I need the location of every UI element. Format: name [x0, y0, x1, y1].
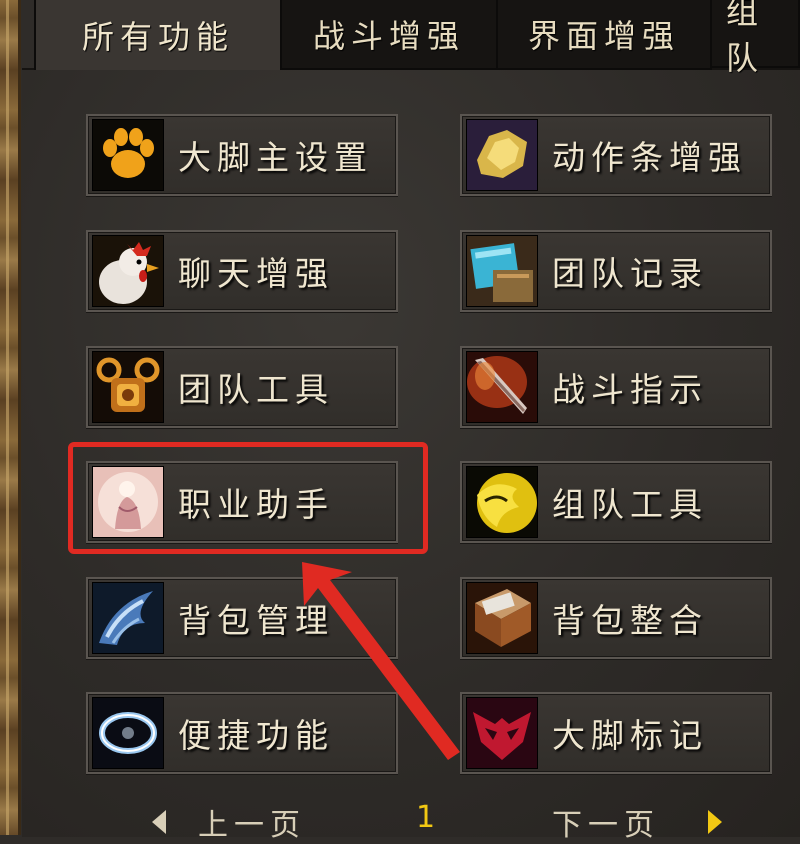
- next-page-button[interactable]: 下一页: [552, 800, 660, 844]
- next-arrow-icon[interactable]: [708, 810, 722, 834]
- page-number: 1: [416, 800, 442, 835]
- prev-arrow-icon[interactable]: [152, 810, 166, 834]
- prev-page-button[interactable]: 上一页: [198, 800, 306, 844]
- pointer-arrow: [302, 562, 460, 760]
- pager: 上一页 1 下一页: [22, 800, 800, 843]
